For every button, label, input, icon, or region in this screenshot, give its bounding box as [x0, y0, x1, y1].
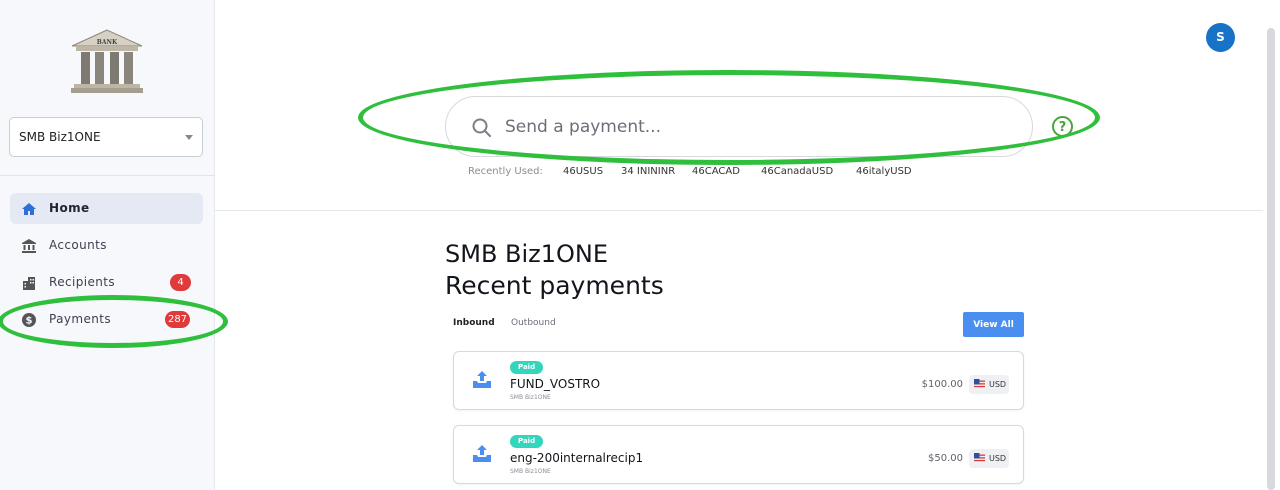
recent-item[interactable]: 46CACAD: [692, 166, 740, 180]
user-avatar[interactable]: S: [1206, 23, 1235, 52]
payment-card[interactable]: Paid eng-200internalrecip1 SMB Biz1ONE $…: [453, 425, 1024, 484]
sidebar-item-label: Recipients: [49, 275, 116, 289]
org-select[interactable]: SMB Biz1ONE: [9, 117, 203, 157]
payment-org: SMB Biz1ONE: [510, 394, 551, 401]
currency-chip: USD: [969, 449, 1009, 468]
outbox-icon: [473, 371, 491, 388]
recent-item[interactable]: 46USUS: [563, 166, 603, 180]
bank-logo: BANK: [71, 29, 143, 93]
payment-org: SMB Biz1ONE: [510, 468, 551, 475]
page-title: Recent payments: [445, 271, 664, 300]
status-badge: Paid: [510, 361, 544, 374]
building-icon: [23, 277, 35, 290]
scrollbar[interactable]: [1267, 28, 1275, 490]
us-flag-icon: [974, 379, 985, 390]
tab-outbound[interactable]: Outbound: [511, 318, 556, 328]
tab-inbound[interactable]: Inbound: [453, 318, 495, 328]
highlight-ellipse-payments: [0, 295, 228, 348]
sidebar-item-home[interactable]: Home: [10, 193, 203, 224]
currency-code: USD: [989, 454, 1007, 463]
payment-amount: $100.00: [921, 379, 963, 390]
recent-item[interactable]: 34 INININR: [621, 166, 675, 180]
bank-logo-text: BANK: [97, 39, 118, 46]
home-icon: [22, 203, 36, 215]
payment-amount: $50.00: [928, 453, 963, 464]
recipients-count-badge: 4: [170, 274, 191, 291]
outbox-icon: [473, 445, 491, 462]
sidebar-item-label: Home: [49, 201, 90, 215]
chevron-down-icon: [185, 135, 193, 140]
recently-used-label: Recently Used:: [468, 166, 543, 177]
status-badge: Paid: [510, 435, 544, 448]
sidebar: BANK SMB Biz1ONE Home Accounts Recipient…: [0, 0, 215, 490]
sidebar-item-recipients[interactable]: Recipients 4: [10, 267, 203, 298]
currency-code: USD: [989, 380, 1007, 389]
recent-item[interactable]: 46italyUSD: [856, 166, 912, 180]
highlight-ellipse-search: [358, 70, 1100, 165]
currency-chip: USD: [969, 375, 1009, 394]
recent-item[interactable]: 46CanadaUSD: [761, 166, 833, 180]
sidebar-item-accounts[interactable]: Accounts: [10, 230, 203, 261]
bank-icon: [22, 239, 36, 253]
org-select-value: SMB Biz1ONE: [19, 130, 101, 144]
sidebar-divider: [0, 175, 215, 176]
payment-name: FUND_VOSTRO: [510, 377, 601, 391]
view-all-button[interactable]: View All: [963, 312, 1024, 337]
org-title: SMB Biz1ONE: [445, 240, 609, 268]
main-divider: [215, 210, 1263, 211]
us-flag-icon: [974, 453, 985, 464]
payment-name: eng-200internalrecip1: [510, 451, 644, 465]
sidebar-item-label: Accounts: [49, 238, 107, 252]
payment-card[interactable]: Paid FUND_VOSTRO SMB Biz1ONE $100.00 USD: [453, 351, 1024, 410]
